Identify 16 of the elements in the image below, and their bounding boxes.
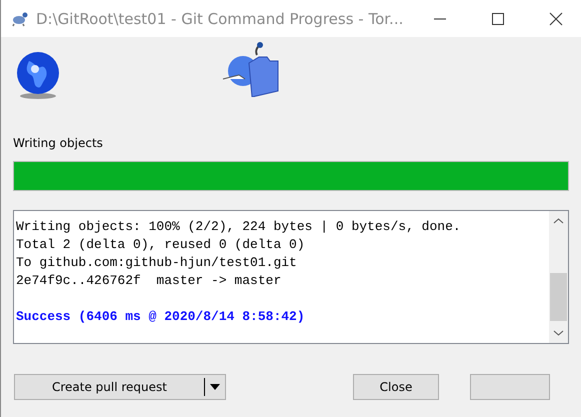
caret-icon[interactable] (209, 383, 221, 391)
turtle-app-icon (11, 10, 29, 26)
success-message: Success (6406 ms @ 2020/8/14 8:58:42) (16, 308, 306, 326)
log-line: To github.com:github-hjun/test01.git (16, 254, 298, 272)
vertical-scrollbar[interactable] (549, 211, 568, 343)
maximize-icon[interactable] (491, 12, 505, 26)
create-pull-request-button[interactable]: Create pull request (14, 374, 226, 400)
close-button[interactable]: Close (353, 374, 439, 400)
log-line: 2e74f9c..426762f master -> master (16, 272, 282, 290)
close-icon[interactable] (549, 12, 563, 26)
log-line: Writing objects: 100% (2/2), 224 bytes | 0 bytes/s, done. (16, 218, 462, 236)
scrollbar-thumb[interactable] (550, 273, 567, 321)
status-label: Writing objects (13, 135, 104, 152)
window-title: D:\GitRoot\test01 - Git Command Progress - Tor... (36, 10, 404, 28)
log-line: Total 2 (delta 0), reused 0 (delta 0) (16, 236, 306, 254)
globe-icon (15, 51, 61, 99)
